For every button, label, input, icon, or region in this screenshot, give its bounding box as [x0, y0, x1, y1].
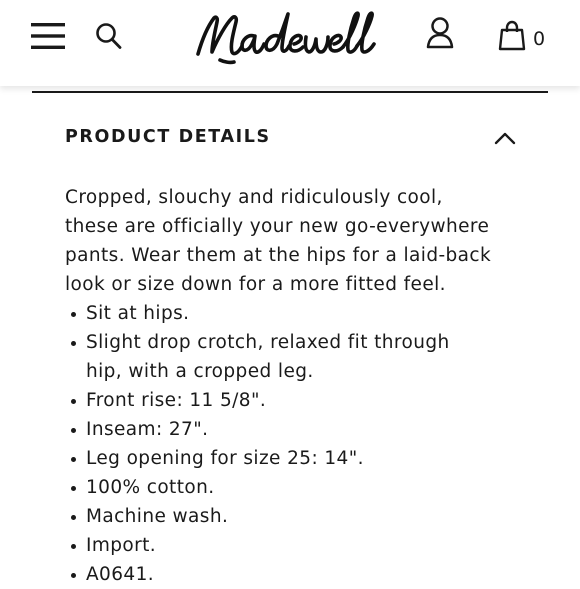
product-description: Cropped, slouchy and ridiculously cool, …: [65, 183, 505, 299]
detail-text: Inseam: 27".: [86, 419, 209, 440]
bullet-dot: [71, 428, 76, 433]
bullet-dot: [71, 544, 76, 549]
detail-text: 100% cotton.: [86, 477, 215, 498]
bullet-dot: [71, 486, 76, 491]
hamburger-menu-icon[interactable]: [30, 20, 66, 52]
description-line: look or size down for a more fitted feel…: [65, 274, 446, 295]
detail-text: Leg opening for size 25: 14".: [86, 448, 364, 469]
bullet-dot: [71, 312, 76, 317]
detail-text: Sit at hips.: [86, 303, 190, 324]
detail-item: Front rise: 11 5/8".: [65, 386, 505, 415]
detail-item: Machine wash.: [65, 502, 505, 531]
search-icon[interactable]: [94, 20, 124, 52]
section-divider: [32, 91, 548, 93]
bullet-dot: [71, 515, 76, 520]
account-icon[interactable]: [424, 16, 456, 50]
description-line: pants. Wear them at the hips for a laid-…: [65, 245, 492, 266]
detail-text: Import.: [86, 535, 157, 556]
bag-count: 0: [533, 28, 546, 50]
product-details-toggle[interactable]: PRODUCT DETAILS: [32, 118, 548, 158]
detail-text: A0641.: [86, 564, 155, 585]
detail-item: Leg opening for size 25: 14".: [65, 444, 505, 473]
detail-text: Front rise: 11 5/8".: [86, 390, 267, 411]
shopping-bag-icon[interactable]: [497, 20, 527, 52]
chevron-up-icon[interactable]: [494, 130, 516, 146]
description-line: Cropped, slouchy and ridiculously cool,: [65, 187, 443, 208]
detail-item: A0641.: [65, 560, 505, 589]
bullet-dot: [71, 399, 76, 404]
site-header: 0: [0, 0, 580, 86]
detail-text: Machine wash.: [86, 506, 229, 527]
detail-item: Sit at hips.: [65, 299, 505, 328]
detail-text: hip, with a cropped leg.: [86, 361, 314, 382]
detail-item: Import.: [65, 531, 505, 560]
bullet-dot: [71, 457, 76, 462]
section-title: PRODUCT DETAILS: [65, 127, 271, 147]
description-line: these are officially your new go-everywh…: [65, 216, 490, 237]
bullet-dot: [71, 573, 76, 578]
detail-item: 100% cotton.: [65, 473, 505, 502]
details-list: Sit at hips. Slight drop crotch, relaxed…: [65, 299, 505, 589]
detail-item: Slight drop crotch, relaxed fit through h…: [65, 328, 505, 386]
bullet-dot: [71, 341, 76, 346]
brand-logo[interactable]: [190, 6, 390, 68]
detail-item: Inseam: 27".: [65, 415, 505, 444]
product-details-content: Cropped, slouchy and ridiculously cool, …: [65, 183, 505, 589]
detail-text: Slight drop crotch, relaxed fit through: [86, 332, 450, 353]
